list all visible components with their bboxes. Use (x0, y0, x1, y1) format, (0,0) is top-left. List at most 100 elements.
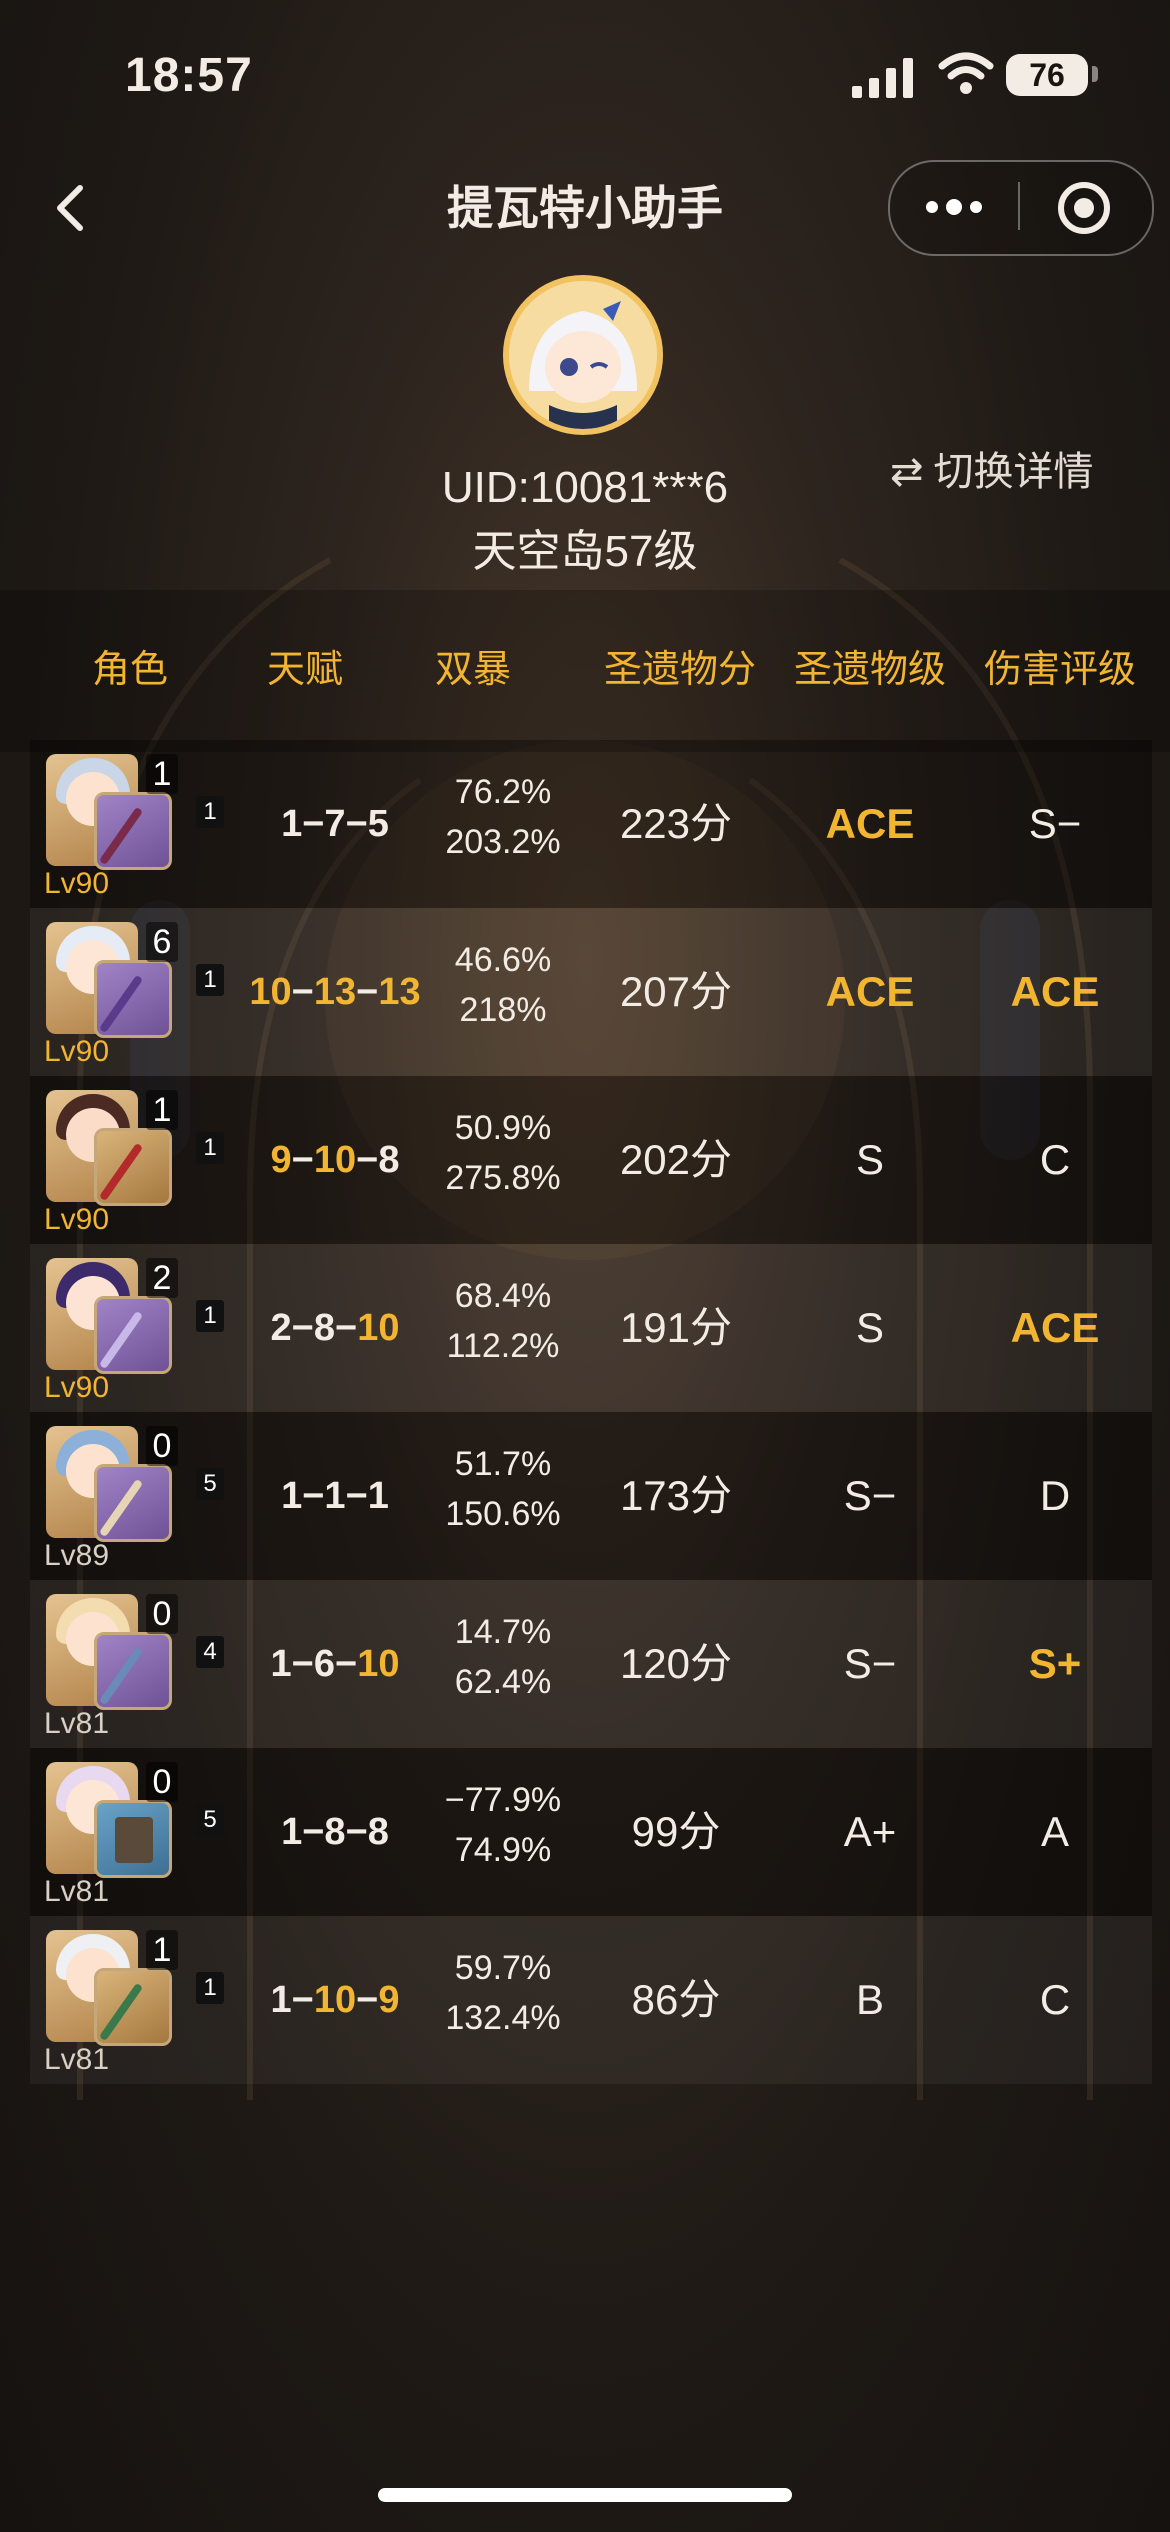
world-level: 天空岛57级 (472, 527, 698, 576)
weapon-blade (98, 1982, 144, 2042)
header-character: 角色 (91, 649, 168, 691)
weapon-blade (98, 1478, 144, 1538)
character-level: Lv89 (44, 1539, 110, 1572)
table-row[interactable]: 0 Lv81 5 1−8−8 −77.9% 74.9% 99分 A+ A (30, 1748, 1152, 1916)
artifact-grade: S (855, 1304, 884, 1351)
crit-rate: 14.7% (454, 1613, 552, 1651)
talent-skill: 8 (313, 1307, 335, 1349)
crit-rate: 46.6% (454, 941, 552, 979)
weapon-blade (98, 806, 144, 866)
weapon-icon (94, 792, 172, 870)
artifact-score: 223分 (619, 800, 733, 847)
artifact-score: 86分 (631, 1976, 721, 2023)
damage-rating: A (1040, 1808, 1069, 1855)
character-level: Lv81 (44, 1875, 110, 1908)
talent-skill: 10 (313, 1139, 357, 1181)
weapon-blade (98, 1310, 144, 1370)
crit-dmg: 132.4% (445, 1999, 561, 2037)
cellular-signal-icon (852, 58, 913, 98)
artifact-score: 120分 (619, 1640, 733, 1687)
talent-skill: 6 (313, 1643, 335, 1685)
talent-normal: 9 (270, 1139, 292, 1181)
artifact-score: 191分 (619, 1304, 733, 1351)
weapon-icon (94, 1464, 172, 1542)
friendship-badge: 1 (196, 1132, 224, 1164)
table-row[interactable]: 1 Lv90 1 1−7−5 76.2% 203.2% 223分 ACE S− (30, 740, 1152, 908)
home-indicator[interactable] (378, 2488, 792, 2502)
header-artifact-score: 圣遗物分 (603, 649, 756, 691)
weapon-icon (94, 960, 172, 1038)
crit-rate: −77.9% (444, 1781, 562, 1819)
table-row[interactable]: 6 Lv90 1 10−13−13 46.6% 218% 207分 ACE ACE (30, 908, 1152, 1076)
constellation-badge: 0 (146, 1426, 178, 1466)
damage-rating: C (1039, 1136, 1071, 1183)
crit-rate: 59.7% (454, 1949, 552, 1987)
more-dots-icon (926, 201, 938, 213)
crit-dmg: 275.8% (445, 1159, 561, 1197)
weapon-icon (94, 1632, 172, 1710)
talent-burst: 8 (378, 1139, 400, 1181)
crit-dmg: 112.2% (446, 1327, 560, 1365)
battery-indicator: 76 (1006, 54, 1088, 96)
talent-normal: 1 (270, 1979, 292, 2021)
artifact-score: 207分 (619, 968, 733, 1015)
damage-rating: D (1039, 1472, 1071, 1519)
talent-levels: 9−10−8 (270, 1139, 400, 1181)
table-row[interactable]: 2 Lv90 1 2−8−10 68.4% 112.2% 191分 S ACE (30, 1244, 1152, 1412)
switch-details-label: 切换详情 (933, 450, 1094, 494)
artifact-score: 99分 (631, 1808, 721, 1855)
artifact-score: 202分 (619, 1136, 733, 1183)
constellation-badge: 1 (146, 1090, 178, 1130)
talent-normal: 1 (270, 1643, 292, 1685)
friendship-badge: 1 (196, 796, 224, 828)
character-level: Lv81 (44, 2043, 110, 2076)
talent-levels: 1−1−1 (281, 1475, 389, 1517)
switch-details-button[interactable]: ⇄ 切换详情 (890, 444, 1094, 500)
friendship-badge: 1 (196, 1300, 224, 1332)
table-row[interactable]: 1 Lv90 1 9−10−8 50.9% 275.8% 202分 S C (30, 1076, 1152, 1244)
friendship-badge: 4 (196, 1636, 224, 1668)
damage-rating: S+ (1028, 1640, 1082, 1687)
constellation-badge: 2 (146, 1258, 178, 1298)
avatar[interactable] (503, 275, 663, 435)
table-row[interactable]: 0 Lv81 4 1−6−10 14.7% 62.4% 120分 S− S+ (30, 1580, 1152, 1748)
swap-arrows-icon: ⇄ (890, 450, 924, 494)
character-level: Lv81 (44, 1707, 110, 1740)
catalyst-book (115, 1817, 153, 1863)
character-level: Lv90 (44, 1203, 110, 1236)
damage-rating: ACE (1010, 968, 1100, 1015)
talent-burst: 8 (367, 1811, 389, 1853)
friendship-badge: 1 (196, 964, 224, 996)
wifi-icon (938, 52, 994, 94)
artifact-grade: S− (843, 1472, 897, 1519)
table-row[interactable]: 1 Lv81 1 1−10−9 59.7% 132.4% 86分 B C (30, 1916, 1152, 2084)
talent-skill: 10 (313, 1979, 357, 2021)
constellation-badge: 0 (146, 1594, 178, 1634)
more-button[interactable] (922, 184, 994, 228)
talent-levels: 10−13−13 (249, 971, 421, 1013)
battery-cap (1092, 66, 1098, 82)
artifact-grade: S (855, 1136, 884, 1183)
talent-skill: 1 (324, 1475, 346, 1517)
talent-skill: 13 (313, 971, 357, 1013)
talent-burst: 1 (367, 1475, 389, 1517)
constellation-badge: 0 (146, 1762, 178, 1802)
damage-rating: S− (1028, 800, 1082, 847)
target-circle-icon (1058, 182, 1110, 234)
capsule-divider (1018, 182, 1020, 230)
talent-normal: 2 (270, 1307, 292, 1349)
talent-burst: 5 (367, 803, 389, 845)
talent-normal: 10 (249, 971, 292, 1013)
crit-dmg: 74.9% (454, 1831, 552, 1869)
weapon-blade (98, 1142, 144, 1202)
table-row[interactable]: 0 Lv89 5 1−1−1 51.7% 150.6% 173分 S− D (30, 1412, 1152, 1580)
artifact-score: 173分 (619, 1472, 733, 1519)
friendship-badge: 1 (196, 1972, 224, 2004)
close-button[interactable] (1054, 178, 1114, 238)
crit-rate: 50.9% (454, 1109, 552, 1147)
crit-rate: 51.7% (454, 1445, 552, 1483)
crit-rate: 68.4% (454, 1277, 552, 1315)
crit-dmg: 218% (459, 991, 547, 1029)
constellation-badge: 6 (146, 922, 178, 962)
talent-burst: 10 (357, 1643, 400, 1685)
